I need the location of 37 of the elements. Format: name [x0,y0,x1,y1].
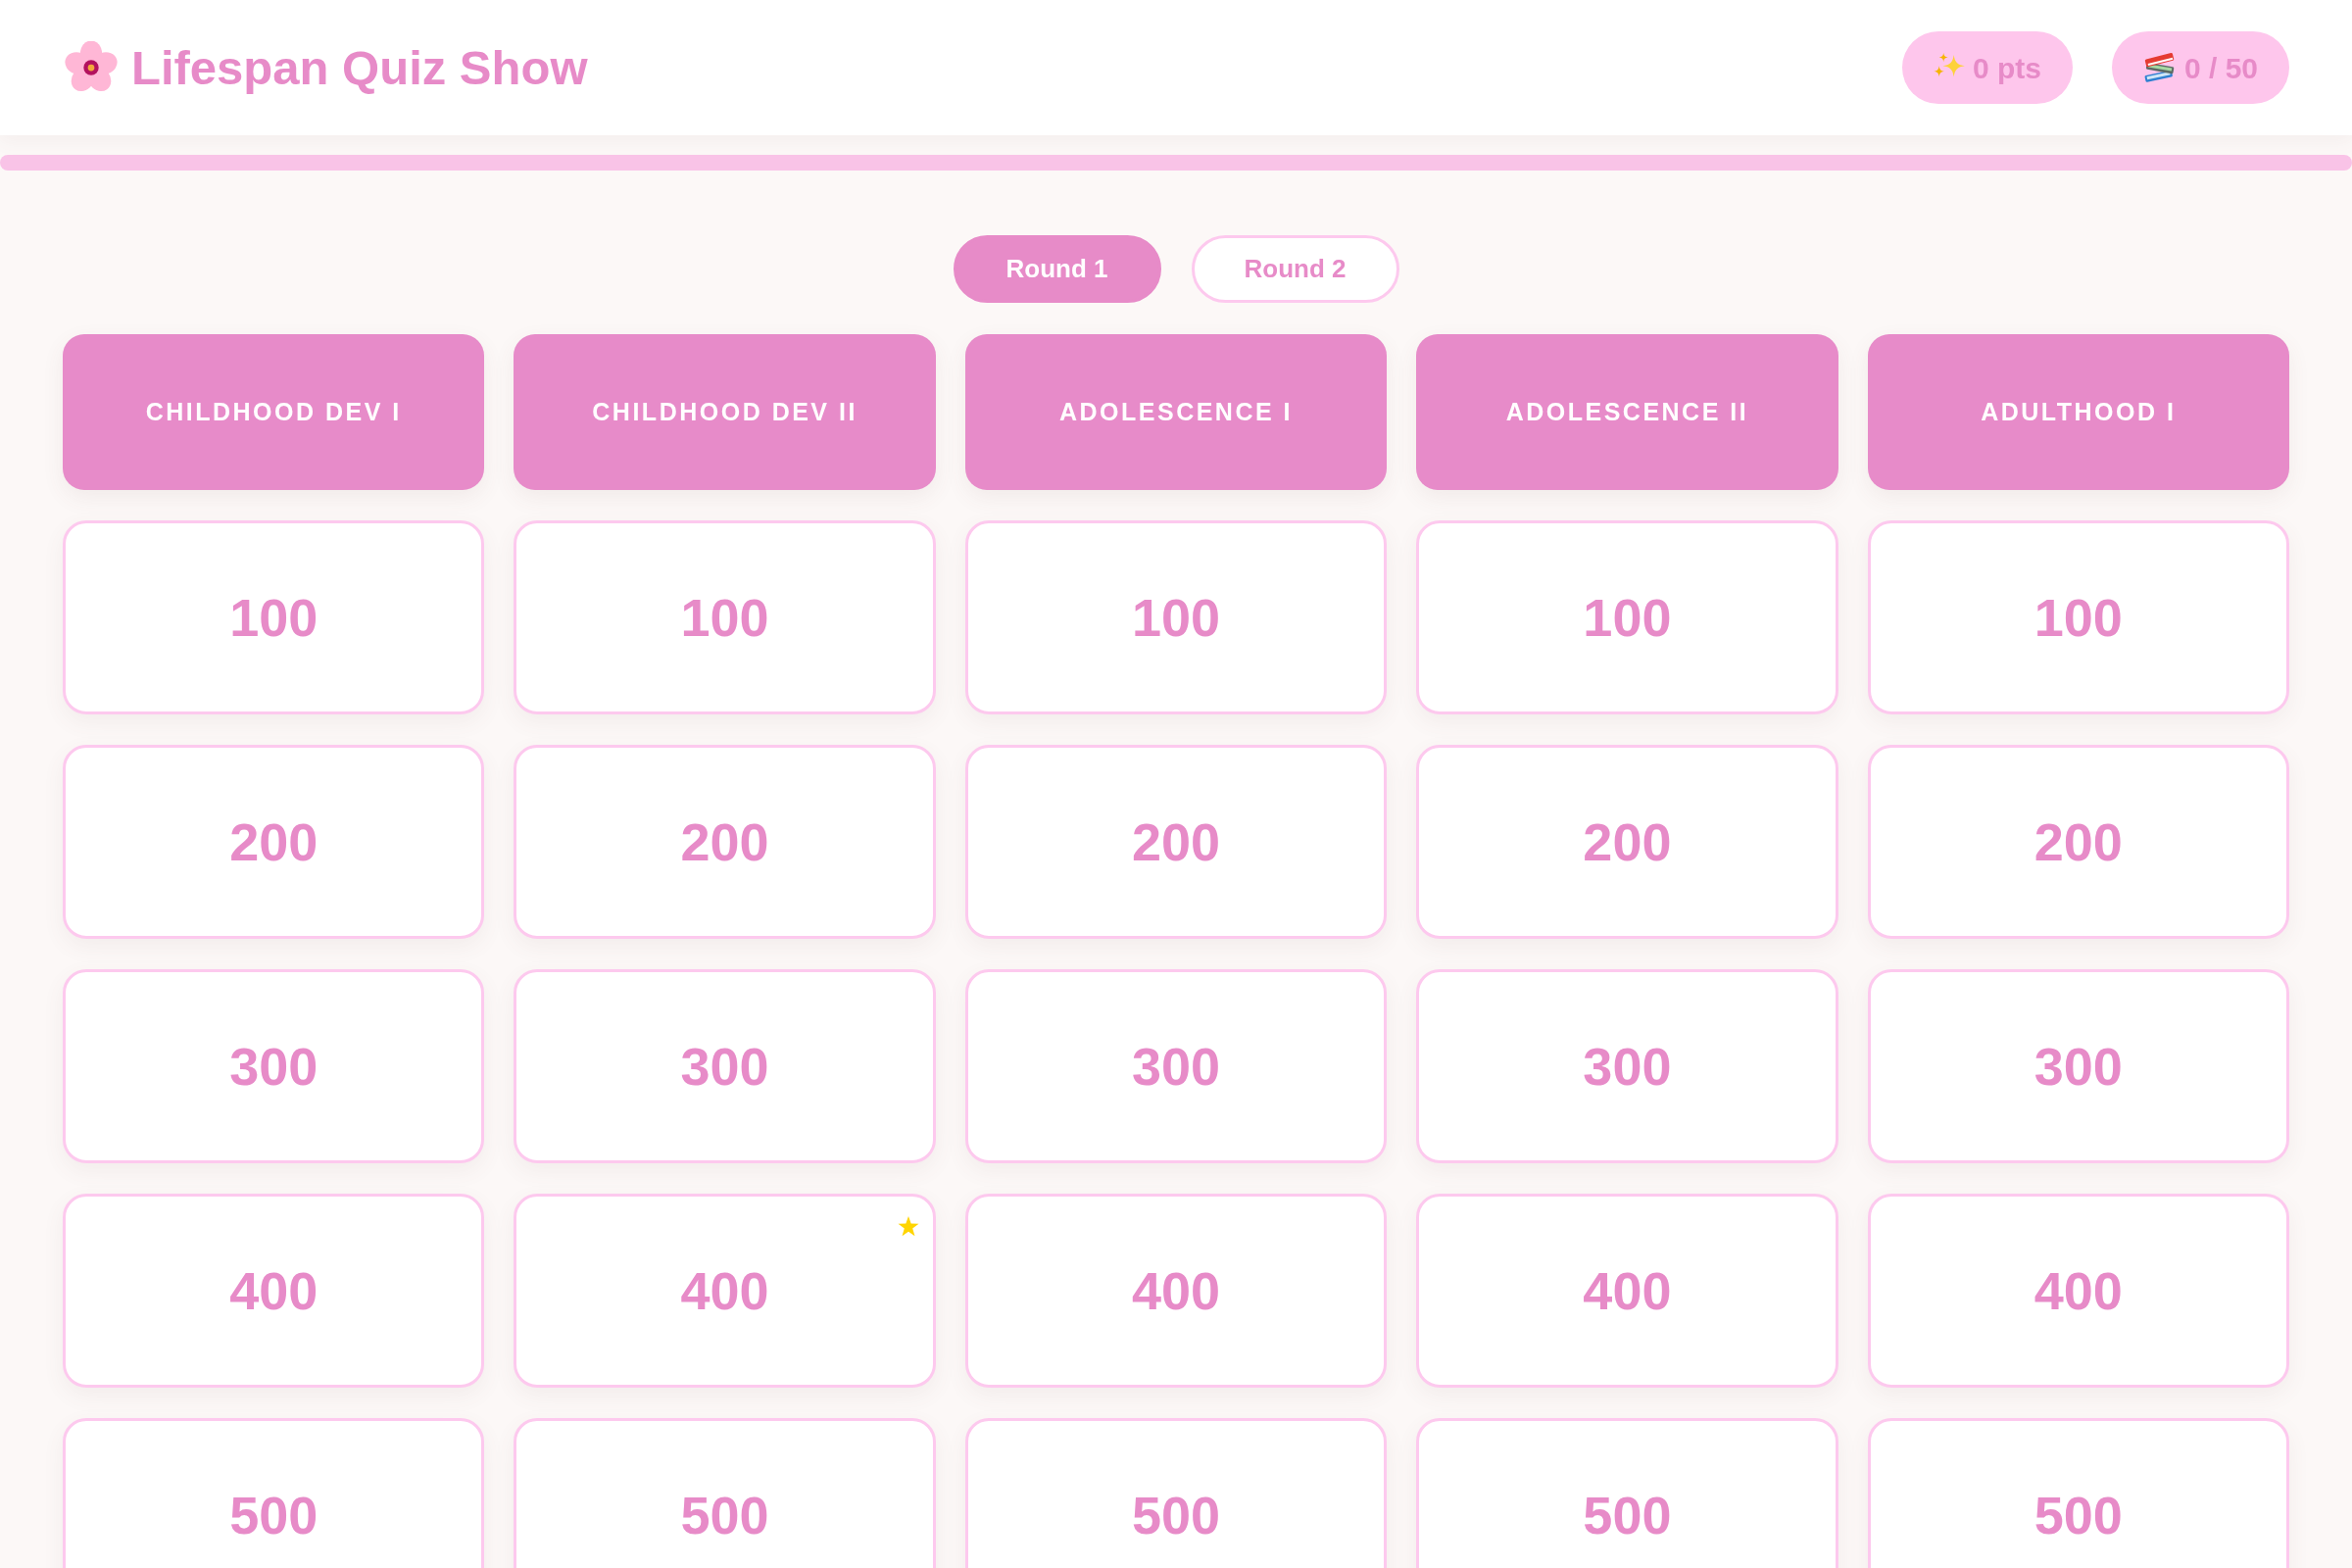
question-tile[interactable]: 200 [514,745,936,939]
question-tile[interactable]: 100 [1867,520,2290,714]
question-tile[interactable]: 500 [1416,1418,1838,1568]
question-tile[interactable]: 100 [964,520,1388,714]
question-tile[interactable]: 200 [63,745,485,939]
category-header: CHILDHOOD DEV II [514,334,936,490]
question-tile[interactable]: 400 [514,1194,936,1388]
question-tile[interactable]: 300 [514,969,936,1163]
question-tile[interactable]: 200 [964,745,1388,939]
category-header: CHILDHOOD DEV I [63,334,485,490]
question-tile[interactable]: 300 [1867,969,2290,1163]
category-header: ADULTHOOD I [1867,334,2290,490]
question-tile[interactable]: 300 [1416,969,1838,1163]
question-tile[interactable]: 300 [63,969,485,1163]
books-icon [2142,52,2177,83]
app-title: Lifespan Quiz Show [131,43,588,92]
answered-count: 0 / 50 [2183,50,2258,86]
question-tile[interactable]: 500 [514,1418,936,1568]
round-tab[interactable]: Round 2 [1191,235,1399,303]
question-tile[interactable]: 100 [1416,520,1838,714]
question-tile[interactable]: 100 [63,520,485,714]
question-tile[interactable]: 500 [63,1418,485,1568]
question-tile[interactable]: 200 [1416,745,1838,939]
round-tab[interactable]: Round 1 [953,235,1161,303]
question-tile[interactable]: 200 [1867,745,2290,939]
question-tile[interactable]: 100 [514,520,936,714]
question-tile[interactable]: 400 [964,1194,1388,1388]
question-tile[interactable]: 300 [964,969,1388,1163]
question-tile[interactable]: 400 [1416,1194,1838,1388]
category-header: ADOLESCENCE I [964,334,1388,490]
category-header: ADOLESCENCE II [1416,334,1838,490]
question-tile[interactable]: 400 [63,1194,485,1388]
question-tile[interactable]: 500 [964,1418,1388,1568]
flower-icon [65,41,118,94]
question-tile[interactable]: 500 [1867,1418,2290,1568]
score-value: 0 pts [1972,50,2041,86]
question-tile[interactable]: 400 [1867,1194,2290,1388]
